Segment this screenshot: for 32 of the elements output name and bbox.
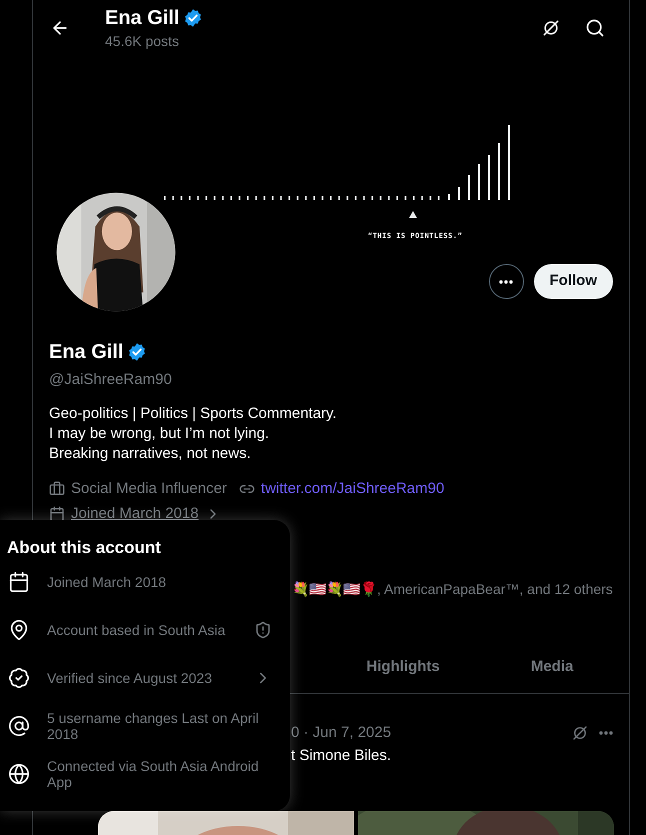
post-count: 45.6K posts [105, 32, 180, 50]
profile-category: Social Media Influencer [71, 478, 227, 498]
bio-line: Breaking narratives, not news. [49, 444, 252, 464]
account-detail: Connected via South Asia Android App [47, 758, 260, 790]
more-icon[interactable] [599, 730, 613, 735]
pointer-icon [409, 211, 417, 218]
profile-tab[interactable]: Highlights [331, 642, 476, 692]
bio-line: Geo-politics | Politics | Sports Commentary. [49, 404, 338, 424]
globe-icon [8, 763, 30, 785]
more-icon [499, 280, 513, 284]
follow-button[interactable]: Follow [534, 264, 613, 299]
at-sign-icon [8, 715, 30, 737]
website-link[interactable]: twitter.com/JaiShreeRam90 [260, 478, 444, 500]
account-detail: Verified since August 2023 [47, 670, 214, 686]
briefcase-icon [49, 480, 65, 497]
post-text: t Simone Biles. [291, 747, 392, 764]
badge-check-icon [8, 667, 30, 689]
more-button[interactable] [488, 264, 524, 299]
popover-title: About this account [7, 538, 162, 558]
account-detail: Joined March 2018 [47, 574, 168, 590]
post-meta: 0 · Jun 7, 2025 [291, 722, 392, 742]
location-pin-icon [8, 619, 30, 641]
profile-handle: @JaiShreeRam90 [49, 370, 173, 390]
account-detail: 5 username changes Last on April 2018 [47, 710, 260, 742]
search-icon[interactable] [585, 18, 605, 38]
profile-name: Ena Gill [105, 6, 180, 31]
followed-by-text: 💐🇺🇸💐🇺🇸🌹, AmericanPapaBear™, and 12 others [292, 580, 613, 596]
profile-tab[interactable]: Media [475, 642, 629, 692]
account-detail: Account based in South Asia [47, 622, 226, 638]
calendar-icon [8, 571, 30, 593]
profile-name: Ena Gill [49, 340, 124, 365]
bio-line: I may be wrong, but I’m not lying. [49, 424, 270, 444]
